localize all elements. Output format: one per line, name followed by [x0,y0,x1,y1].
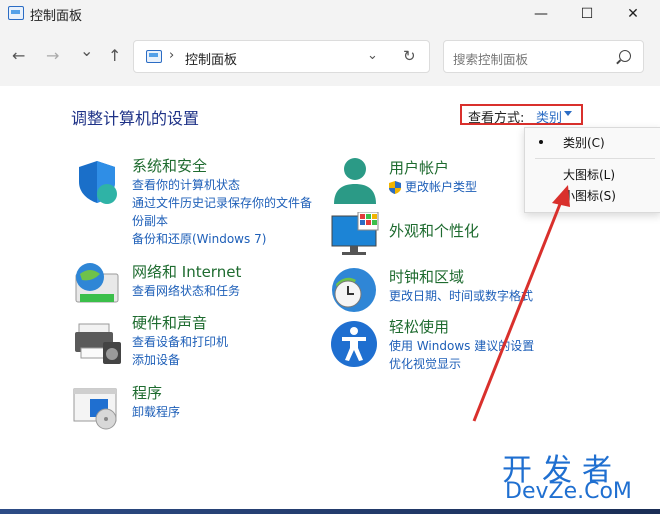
system-security-title[interactable]: 系统和安全 [132,157,312,176]
printer-icon [75,323,121,364]
monitor-icon [331,212,379,255]
title-bar: 控制面板 — ☐ ✕ [0,0,660,28]
view-by-label: 查看方式: [468,111,525,126]
category-hardware-sound: 硬件和声音 查看设备和打印机 添加设备 [132,314,228,369]
network-internet-title[interactable]: 网络和 Internet [132,263,241,282]
control-panel-app-icon [8,6,24,20]
search-icon[interactable] [619,50,631,62]
selected-bullet-icon [539,140,543,144]
user-accounts-title[interactable]: 用户帐户 [389,159,477,178]
view-by-caret-icon[interactable] [564,111,572,116]
desktop-background-strip [0,509,660,514]
category-user-accounts: 用户帐户 更改帐户类型 [389,159,477,196]
menu-item-large-icons[interactable]: 大图标(L) [563,166,615,183]
add-device-link[interactable]: 添加设备 [132,351,228,369]
backup-restore-link[interactable]: 备份和还原(Windows 7) [132,230,312,248]
network-globe-icon [75,263,119,303]
watermark-site: DevZe.CoM [505,479,632,504]
accessibility-icon [331,321,377,367]
devices-printers-link[interactable]: 查看设备和打印机 [132,333,228,351]
file-history-link[interactable]: 通过文件历史记录保存你的文件备 [132,194,312,212]
appearance-title[interactable]: 外观和个性化 [389,222,479,241]
change-account-type-link[interactable]: 更改帐户类型 [389,178,477,196]
annotation-arrow [472,185,570,422]
address-dropdown-icon[interactable]: ⌄ [367,48,378,63]
address-bar[interactable]: › 控制面板 ⌄ ↻ [133,40,430,73]
breadcrumb-control-panel[interactable]: 控制面板 [185,49,237,68]
minimize-button[interactable]: — [518,0,564,28]
window-title: 控制面板 [30,9,83,24]
refresh-icon[interactable]: ↻ [403,47,416,65]
category-system-security: 系统和安全 查看你的计算机状态 通过文件历史记录保存你的文件备 份副本 备份和还… [132,157,312,248]
close-button[interactable]: ✕ [610,0,656,28]
breadcrumb-chevron-icon[interactable]: › [169,48,174,63]
page-title: 调整计算机的设置 [71,109,200,128]
category-programs: 程序 卸载程序 [132,384,180,421]
shield-icon [79,161,117,204]
file-history-link-continued[interactable]: 份副本 [132,212,312,230]
programs-title[interactable]: 程序 [132,384,180,403]
user-icon [334,158,376,204]
programs-icon [73,388,117,430]
search-input[interactable]: 搜索控制面板 [443,40,644,73]
search-placeholder: 搜索控制面板 [453,52,529,67]
maximize-button[interactable]: ☐ [564,0,610,28]
recent-locations-chevron-icon[interactable]: ⌄ [80,41,93,60]
hardware-sound-title[interactable]: 硬件和声音 [132,314,228,333]
forward-arrow-icon[interactable]: → [46,46,59,65]
clock-globe-icon [332,268,376,312]
back-arrow-icon[interactable]: ← [12,46,25,65]
view-by-selector[interactable]: 查看方式: 类别 [460,104,583,126]
menu-separator [535,158,655,159]
view-computer-status-link[interactable]: 查看你的计算机状态 [132,176,312,194]
control-panel-window: 控制面板 — ☐ ✕ ← → ⌄ ↑ › 控制面板 ⌄ ↻ 搜索控制面板 调整计… [0,0,660,509]
uninstall-program-link[interactable]: 卸载程序 [132,403,180,421]
address-control-panel-icon [146,50,162,63]
menu-item-category[interactable]: 类别(C) [563,134,605,151]
navigation-bar: ← → ⌄ ↑ › 控制面板 ⌄ ↻ 搜索控制面板 [0,28,660,86]
uac-shield-icon [389,181,401,194]
category-network-internet: 网络和 Internet 查看网络状态和任务 [132,263,241,300]
category-appearance: 外观和个性化 [389,222,479,241]
view-by-value[interactable]: 类别 [536,107,562,126]
network-status-link[interactable]: 查看网络状态和任务 [132,282,241,300]
up-arrow-icon[interactable]: ↑ [108,46,121,65]
